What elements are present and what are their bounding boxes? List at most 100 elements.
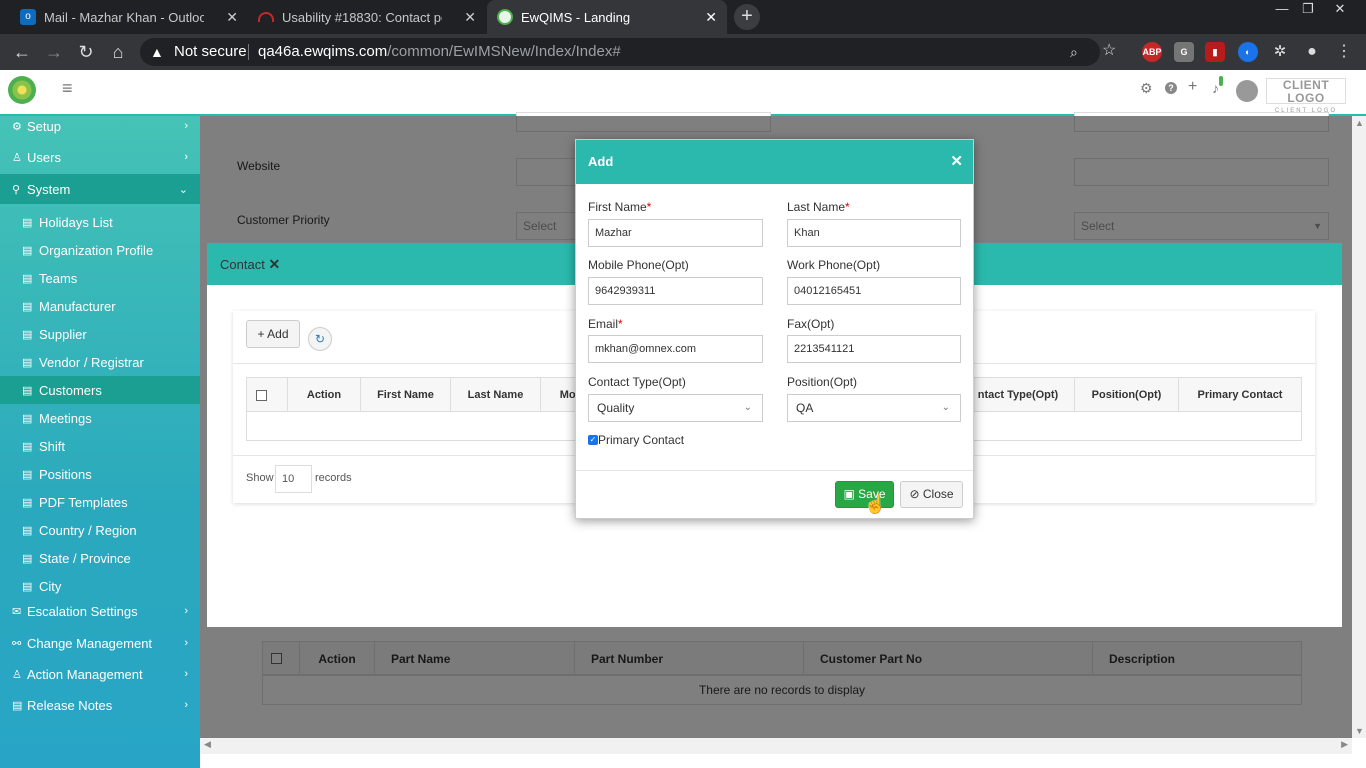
close-tab-icon[interactable]: ✕ [464, 9, 476, 26]
horizontal-scrollbar[interactable]: ◀ ▶ [200, 738, 1352, 754]
sidebar-subitem[interactable]: ▤ Vendor / Registrar [0, 348, 200, 376]
close-window-icon[interactable]: ✕ [1326, 0, 1354, 20]
settings-gear-icon[interactable]: ⚙ [1140, 80, 1153, 97]
minimize-icon[interactable]: — [1268, 0, 1296, 20]
user-avatar[interactable] [1236, 80, 1258, 102]
contact-close-icon[interactable]: ✕ [268, 256, 280, 272]
sidebar-subitem-label: Manufacturer [39, 298, 116, 314]
vertical-scrollbar[interactable]: ▲ ▼ [1352, 116, 1366, 738]
puzzle-icon[interactable]: ✲ [1268, 40, 1292, 64]
grammar-extension-icon[interactable]: G [1174, 42, 1194, 62]
refresh-icon[interactable]: ↻ [308, 327, 332, 351]
sidebar-subitem[interactable]: ▤ Customers [0, 376, 200, 404]
sidebar-subitem[interactable]: ▤ Positions [0, 460, 200, 488]
back-icon[interactable]: ← [10, 40, 34, 64]
chevron-right-icon: › [184, 605, 188, 617]
close-button[interactable]: ⊘ Close [900, 481, 963, 508]
browser-tab-bar: o Mail - Mazhar Khan - Outlook ✕ Usabili… [0, 0, 1366, 34]
first-name-label: First Name* [588, 200, 652, 214]
fax-input[interactable]: 2213541121 [787, 335, 961, 363]
sidebar-subitem[interactable]: ▤ Country / Region [0, 516, 200, 544]
building-icon: ▤ [22, 552, 33, 565]
hand-cursor-icon: ☝ [864, 494, 887, 514]
app-logo[interactable] [8, 76, 36, 104]
contacts-select-all-checkbox[interactable] [256, 390, 267, 401]
bookmark-star-icon[interactable]: ☆ [1102, 37, 1116, 65]
position-select[interactable]: QA ⌄ [787, 394, 961, 422]
browser-tab-outlook[interactable]: o Mail - Mazhar Khan - Outlook ✕ [10, 0, 248, 34]
sidebar-subitem-label: Vendor / Registrar [39, 354, 144, 370]
sidebar-item-release-notes[interactable]: ▤ Release Notes › [0, 691, 200, 719]
sidebar-item-users[interactable]: ♙ Users › [0, 143, 200, 171]
contact-type-label: Contact Type(Opt) [588, 375, 686, 389]
warning-icon: ▲ [150, 44, 164, 60]
building-icon: ▤ [22, 272, 33, 285]
sidebar-subitem[interactable]: ▤ Manufacturer [0, 292, 200, 320]
browser-tab-usability[interactable]: Usability #18830: Contact person ✕ [248, 0, 486, 34]
close-tab-icon[interactable]: ✕ [226, 9, 238, 26]
new-tab-button[interactable]: + [734, 4, 760, 30]
zoom-icon[interactable]: ⌕ [1070, 38, 1078, 66]
sidebar-subitem[interactable]: ▤ Holidays List [0, 208, 200, 236]
add-contact-button[interactable]: + Add [246, 320, 300, 348]
mobile-phone-input[interactable]: 9642939311 [588, 277, 763, 305]
sidebar-subitem[interactable]: ▤ PDF Templates [0, 488, 200, 516]
sidebar-subitem[interactable]: ▤ Organization Profile [0, 236, 200, 264]
sidebar-subitem[interactable]: ▤ City [0, 572, 200, 600]
primary-contact-label: Primary Contact [598, 433, 685, 447]
sidebar-item-system[interactable]: ⚲ System ⌄ [0, 174, 200, 204]
building-icon: ▤ [22, 468, 33, 481]
outlook-icon: o [20, 9, 36, 25]
sidebar-item-setup[interactable]: ⚙ Setup › [0, 112, 200, 140]
sidebar-subitem-label: Country / Region [39, 522, 137, 538]
first-name-input[interactable]: Mazhar [588, 219, 763, 247]
position-label: Position(Opt) [787, 375, 858, 389]
sidebar-item-action-management[interactable]: ♙ Action Management › [0, 660, 200, 688]
mobile-phone-label: Mobile Phone(Opt) [588, 258, 689, 272]
sidebar-subitem-label: City [39, 578, 62, 594]
document-icon: ▤ [12, 699, 23, 712]
building-icon: ▤ [22, 384, 33, 397]
email-label: Email* [588, 317, 623, 331]
building-icon: ▤ [22, 580, 33, 593]
browser-toolbar: ← → ↻ ⌂ ▲ Not secure qa46a.ewqims.com/co… [0, 34, 1366, 70]
sidebar-subitem[interactable]: ▤ Shift [0, 432, 200, 460]
browser-tab-ewqims[interactable]: EwQIMS - Landing ✕ [487, 0, 727, 34]
floppy-icon: ▣ [843, 487, 855, 501]
plus-icon[interactable]: + [1188, 78, 1197, 96]
sidebar-subitem[interactable]: ▤ Meetings [0, 404, 200, 432]
forward-icon[interactable]: → [42, 40, 66, 64]
help-icon[interactable]: ? [1165, 82, 1177, 94]
sidebar-subitem-label: Customers [39, 382, 102, 398]
page-size-select[interactable]: 10 [275, 465, 312, 493]
sidebar-item-change-management[interactable]: ⚯ Change Management › [0, 629, 200, 657]
close-tab-icon[interactable]: ✕ [705, 9, 717, 26]
pdf-extension-icon[interactable]: ▮ [1205, 42, 1225, 62]
notification-bell-icon[interactable]: ♪ [1212, 80, 1219, 96]
chevron-right-icon: › [184, 151, 188, 163]
address-bar[interactable]: ▲ Not secure qa46a.ewqims.com/common/EwI… [140, 38, 1116, 66]
user-icon: ♙ [12, 151, 22, 164]
sidebar-item-escalation[interactable]: ✉ Escalation Settings › [0, 597, 200, 625]
primary-contact-checkbox[interactable]: ✓ [588, 435, 598, 445]
work-phone-input[interactable]: 04012165451 [787, 277, 961, 305]
contact-type-select[interactable]: Quality ⌄ [588, 394, 763, 422]
home-icon[interactable]: ⌂ [106, 40, 130, 64]
sidebar-subitem[interactable]: ▤ Teams [0, 264, 200, 292]
envelope-icon: ✉ [12, 605, 22, 618]
chevron-down-icon: ⌄ [941, 402, 950, 413]
hamburger-menu-icon[interactable]: ≡ [62, 78, 73, 99]
chrome-extension-icon[interactable]: ◐ [1238, 42, 1258, 62]
modal-close-icon[interactable]: ✕ [950, 140, 963, 184]
adblock-icon[interactable]: ABP [1142, 42, 1162, 62]
restore-icon[interactable]: ❐ [1294, 0, 1322, 20]
profile-icon[interactable]: ● [1300, 40, 1324, 64]
ewqims-icon [497, 9, 513, 25]
reload-icon[interactable]: ↻ [74, 40, 98, 64]
sidebar-subitem[interactable]: ▤ State / Province [0, 544, 200, 572]
email-input[interactable]: mkhan@omnex.com [588, 335, 763, 363]
menu-dots-icon[interactable]: ⋮ [1332, 40, 1356, 64]
last-name-label: Last Name* [787, 200, 850, 214]
last-name-input[interactable]: Khan [787, 219, 961, 247]
sidebar-subitem[interactable]: ▤ Supplier [0, 320, 200, 348]
